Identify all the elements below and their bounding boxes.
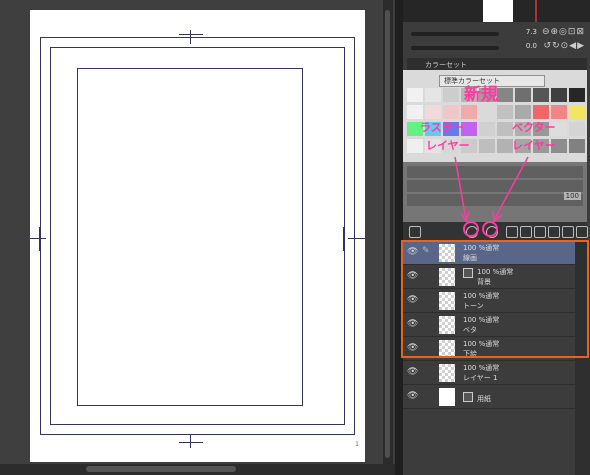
canvas-vertical-scrollbar[interactable] xyxy=(383,0,393,464)
zoom-value: 7.3 xyxy=(525,28,537,36)
color-swatch[interactable] xyxy=(551,88,567,102)
color-swatch[interactable] xyxy=(461,105,477,119)
color-set-header[interactable]: カラーセット xyxy=(407,58,587,70)
layer-name: 用紙 xyxy=(477,395,491,403)
color-swatch[interactable] xyxy=(569,122,585,136)
color-swatch[interactable] xyxy=(569,88,585,102)
crop-mark-top xyxy=(190,30,191,44)
navigator-rotate-row: 0.0 ↺↻⊙◀▶ xyxy=(407,41,587,55)
color-swatch[interactable] xyxy=(551,105,567,119)
scroll-thumb[interactable] xyxy=(385,10,390,458)
color-swatch[interactable] xyxy=(533,105,549,119)
crop-mark-left xyxy=(30,238,46,239)
color-swatch[interactable] xyxy=(479,122,495,136)
panel-divider[interactable] xyxy=(395,0,403,475)
layer-row[interactable]: 👁 100 %通常 レイヤー 1 xyxy=(403,362,575,385)
annotation-vector-1: ベクター xyxy=(512,121,556,134)
color-swatch[interactable] xyxy=(407,88,423,102)
color-swatch[interactable] xyxy=(443,105,459,119)
merge-layer-icon[interactable] xyxy=(534,226,546,238)
rotate-slider[interactable] xyxy=(411,46,499,50)
crop-mark-bottom xyxy=(190,434,191,448)
rotate-buttons[interactable]: ↺↻⊙◀▶ xyxy=(544,41,585,51)
annotation-vector-2: レイヤー xyxy=(512,139,556,152)
canvas-area[interactable]: 1 xyxy=(0,0,395,475)
rotation-value: 0.0 xyxy=(525,42,537,50)
layer-property-panel: 100 xyxy=(403,162,587,222)
color-swatch[interactable] xyxy=(407,105,423,119)
color-swatch[interactable] xyxy=(515,88,531,102)
layer-row[interactable]: 👁 用紙 xyxy=(403,386,575,409)
transfer-layer-icon[interactable] xyxy=(520,226,532,238)
eye-icon[interactable]: 👁 xyxy=(407,391,418,401)
preview-marker xyxy=(535,0,537,22)
highlight-box xyxy=(401,240,589,358)
color-swatch[interactable] xyxy=(533,88,549,102)
paper-icon xyxy=(463,392,473,402)
layer-settings-icon[interactable] xyxy=(409,226,421,238)
blend-mode-row[interactable] xyxy=(407,180,583,192)
raster-button-circle xyxy=(463,221,479,237)
mask-icon[interactable] xyxy=(548,226,560,238)
crop-mark-right xyxy=(348,238,365,239)
color-swatch[interactable] xyxy=(497,88,513,102)
eye-icon[interactable]: 👁 xyxy=(407,367,418,377)
zoom-slider[interactable] xyxy=(411,32,499,36)
layer-thumbnail xyxy=(439,388,455,406)
layer-name: レイヤー 1 xyxy=(463,374,498,382)
opacity-row[interactable] xyxy=(407,194,583,206)
zoom-buttons[interactable]: ⊖⊕◎⊡⊠ xyxy=(542,27,585,37)
color-swatch[interactable] xyxy=(479,105,495,119)
color-swatch[interactable] xyxy=(497,122,513,136)
color-swatch[interactable] xyxy=(497,105,513,119)
color-swatch[interactable] xyxy=(497,139,513,153)
delete-layer-icon[interactable] xyxy=(576,226,588,238)
color-swatch[interactable] xyxy=(479,139,495,153)
crop-mark-bottom-h xyxy=(179,442,203,443)
color-swatch[interactable] xyxy=(425,105,441,119)
color-swatch[interactable] xyxy=(569,139,585,153)
color-swatch[interactable] xyxy=(569,105,585,119)
vector-button-circle xyxy=(482,221,498,237)
crop-mark-left-v xyxy=(39,227,40,251)
canvas-horizontal-scrollbar[interactable] xyxy=(0,464,400,475)
annotation-raster-1: ラスター xyxy=(420,121,464,134)
new-folder-icon[interactable] xyxy=(506,226,518,238)
layer-panel-tab-row[interactable] xyxy=(407,166,583,178)
page-number: 1 xyxy=(355,441,359,448)
annotation-new: 新規 xyxy=(464,85,498,105)
layer-blend-mode: 100 %通常 xyxy=(463,364,500,372)
opacity-value[interactable]: 100 xyxy=(563,192,581,200)
navigator-zoom-row: 7.3 ⊖⊕◎⊡⊠ xyxy=(407,27,587,41)
color-swatch[interactable] xyxy=(443,88,459,102)
color-swatch[interactable] xyxy=(407,139,423,153)
preview-thumbnail xyxy=(483,0,513,22)
annotation-raster-2: レイヤー xyxy=(426,139,470,152)
color-swatch[interactable] xyxy=(425,88,441,102)
preview-strip xyxy=(403,0,590,22)
clear-layer-icon[interactable] xyxy=(562,226,574,238)
inner-frame xyxy=(77,68,303,406)
color-set-title: カラーセット xyxy=(425,61,467,69)
scroll-thumb[interactable] xyxy=(86,466,236,472)
crop-mark-right-v xyxy=(343,227,344,251)
manuscript-paper[interactable]: 1 xyxy=(30,10,365,462)
color-swatch[interactable] xyxy=(515,105,531,119)
layer-thumbnail xyxy=(439,364,455,382)
crop-mark-top-h xyxy=(179,34,203,35)
